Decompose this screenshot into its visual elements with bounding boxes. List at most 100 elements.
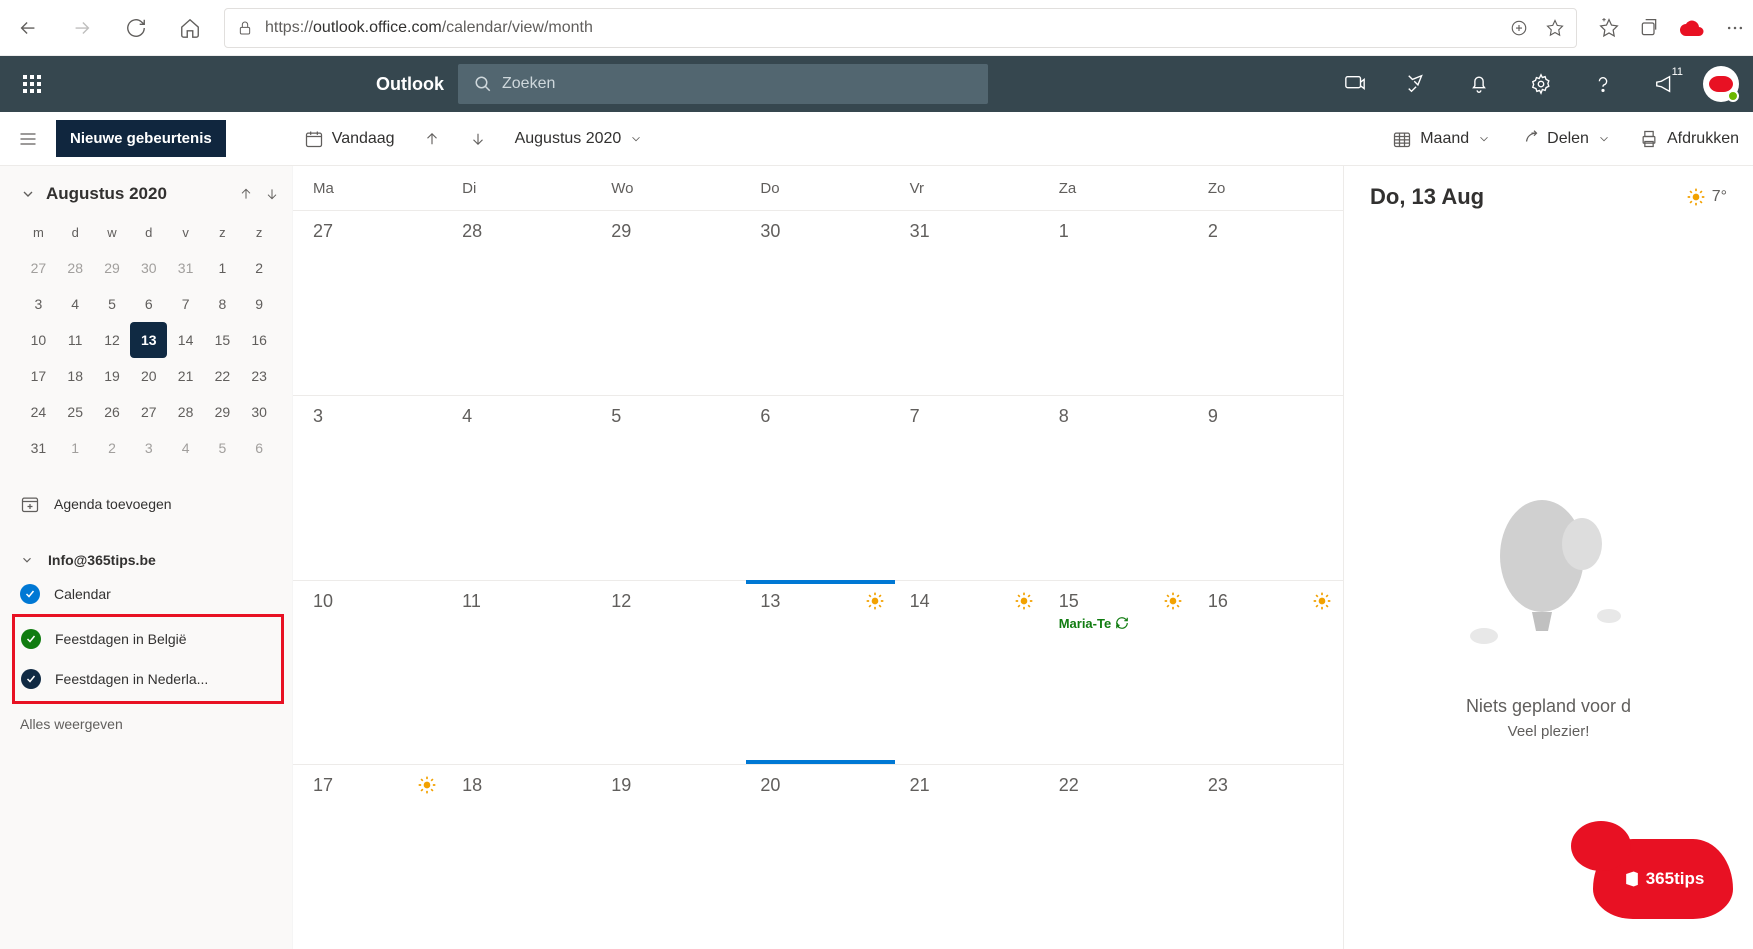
mini-day[interactable]: 1 <box>204 250 241 286</box>
day-cell[interactable]: 12 <box>597 581 746 765</box>
share-button[interactable]: Delen <box>1505 112 1625 165</box>
day-cell[interactable]: 5 <box>597 396 746 580</box>
day-cell[interactable]: 28 <box>448 211 597 395</box>
mini-cal-next[interactable] <box>264 186 280 202</box>
mini-day[interactable]: 6 <box>241 430 278 466</box>
mini-day[interactable]: 13 <box>130 322 167 358</box>
tasks-icon[interactable] <box>1393 60 1441 108</box>
help-icon[interactable] <box>1579 60 1627 108</box>
mini-day[interactable]: 14 <box>167 322 204 358</box>
weather-widget[interactable]: 7° <box>1686 187 1727 207</box>
mini-day[interactable]: 30 <box>130 250 167 286</box>
mini-day[interactable]: 2 <box>241 250 278 286</box>
day-cell[interactable]: 11 <box>448 581 597 765</box>
app-launcher[interactable] <box>8 60 56 108</box>
mini-day[interactable]: 5 <box>204 430 241 466</box>
next-month-button[interactable] <box>455 112 501 165</box>
day-cell[interactable]: 3 <box>299 396 448 580</box>
day-cell[interactable]: 22 <box>1045 765 1194 949</box>
day-cell[interactable]: 17 <box>299 765 448 949</box>
mini-day[interactable]: 27 <box>130 394 167 430</box>
day-cell[interactable]: 16 <box>1194 581 1343 765</box>
mini-day[interactable]: 15 <box>204 322 241 358</box>
day-cell[interactable]: 27 <box>299 211 448 395</box>
mini-day[interactable]: 1 <box>57 430 94 466</box>
settings-icon[interactable] <box>1517 60 1565 108</box>
notifications-icon[interactable] <box>1455 60 1503 108</box>
home-button[interactable] <box>170 8 210 48</box>
mini-cal-prev[interactable] <box>238 186 254 202</box>
favorites-bar-icon[interactable] <box>1599 18 1619 38</box>
mini-day[interactable]: 24 <box>20 394 57 430</box>
collections-icon[interactable] <box>1639 18 1659 38</box>
refresh-button[interactable] <box>116 8 156 48</box>
mini-day[interactable]: 29 <box>94 250 131 286</box>
prev-month-button[interactable] <box>409 112 455 165</box>
mini-day[interactable]: 27 <box>20 250 57 286</box>
back-button[interactable] <box>8 8 48 48</box>
mini-day[interactable]: 22 <box>204 358 241 394</box>
calendar-item-calendar[interactable]: Calendar <box>20 574 280 614</box>
mini-day[interactable]: 17 <box>20 358 57 394</box>
day-cell[interactable]: 9 <box>1194 396 1343 580</box>
day-cell[interactable]: 18 <box>448 765 597 949</box>
mini-day[interactable]: 11 <box>57 322 94 358</box>
day-cell[interactable]: 13 <box>746 581 895 765</box>
day-cell[interactable]: 7 <box>896 396 1045 580</box>
mini-day[interactable]: 10 <box>20 322 57 358</box>
day-cell[interactable]: 10 <box>299 581 448 765</box>
day-cell[interactable]: 30 <box>746 211 895 395</box>
mini-day[interactable]: 26 <box>94 394 131 430</box>
account-header[interactable]: Info@365tips.be <box>20 546 280 574</box>
day-cell[interactable]: 19 <box>597 765 746 949</box>
extension-cloud-icon[interactable] <box>1679 19 1705 37</box>
show-all-link[interactable]: Alles weergeven <box>20 704 280 744</box>
search-box[interactable] <box>458 64 988 104</box>
calendar-item-netherlands[interactable]: Feestdagen in Nederla... <box>21 659 275 699</box>
calendar-item-belgium[interactable]: Feestdagen in België <box>21 619 275 659</box>
mini-day[interactable]: 23 <box>241 358 278 394</box>
mini-day[interactable]: 19 <box>94 358 131 394</box>
day-cell[interactable]: 8 <box>1045 396 1194 580</box>
mini-day[interactable]: 4 <box>167 430 204 466</box>
mini-day[interactable]: 8 <box>204 286 241 322</box>
day-cell[interactable]: 14 <box>896 581 1045 765</box>
mini-day[interactable]: 3 <box>130 430 167 466</box>
mini-day[interactable]: 9 <box>241 286 278 322</box>
mini-day[interactable]: 18 <box>57 358 94 394</box>
day-cell[interactable]: 20 <box>746 765 895 949</box>
mini-day[interactable]: 3 <box>20 286 57 322</box>
day-cell[interactable]: 6 <box>746 396 895 580</box>
calendar-event[interactable]: Maria-Te <box>1059 616 1179 631</box>
favorite-icon[interactable] <box>1546 19 1564 37</box>
mini-day[interactable]: 5 <box>94 286 131 322</box>
day-cell[interactable]: 29 <box>597 211 746 395</box>
view-picker[interactable]: Maand <box>1378 112 1505 165</box>
teams-icon[interactable] <box>1331 60 1379 108</box>
mini-day[interactable]: 20 <box>130 358 167 394</box>
address-bar[interactable]: https://outlook.office.com/calendar/view… <box>224 8 1577 48</box>
mini-day[interactable]: 21 <box>167 358 204 394</box>
day-cell[interactable]: 15 Maria-Te <box>1045 581 1194 765</box>
search-input[interactable] <box>502 75 972 93</box>
avatar[interactable] <box>1703 66 1739 102</box>
day-cell[interactable]: 31 <box>896 211 1045 395</box>
print-button[interactable]: Afdrukken <box>1625 112 1753 165</box>
announce-icon[interactable]: 11 <box>1641 60 1689 108</box>
today-button[interactable]: Vandaag <box>290 112 409 165</box>
day-cell[interactable]: 2 <box>1194 211 1343 395</box>
mini-day[interactable]: 25 <box>57 394 94 430</box>
mini-day[interactable]: 16 <box>241 322 278 358</box>
add-page-icon[interactable] <box>1510 19 1528 37</box>
mini-day[interactable]: 7 <box>167 286 204 322</box>
day-cell[interactable]: 4 <box>448 396 597 580</box>
new-event-button[interactable]: Nieuwe gebeurtenis <box>56 120 226 157</box>
mini-day[interactable]: 6 <box>130 286 167 322</box>
more-icon[interactable] <box>1725 18 1745 38</box>
mini-day[interactable]: 4 <box>57 286 94 322</box>
chevron-down-icon[interactable] <box>20 186 36 202</box>
mini-day[interactable]: 28 <box>167 394 204 430</box>
mini-day[interactable]: 28 <box>57 250 94 286</box>
mini-day[interactable]: 31 <box>20 430 57 466</box>
add-calendar-button[interactable]: Agenda toevoegen <box>20 488 280 520</box>
